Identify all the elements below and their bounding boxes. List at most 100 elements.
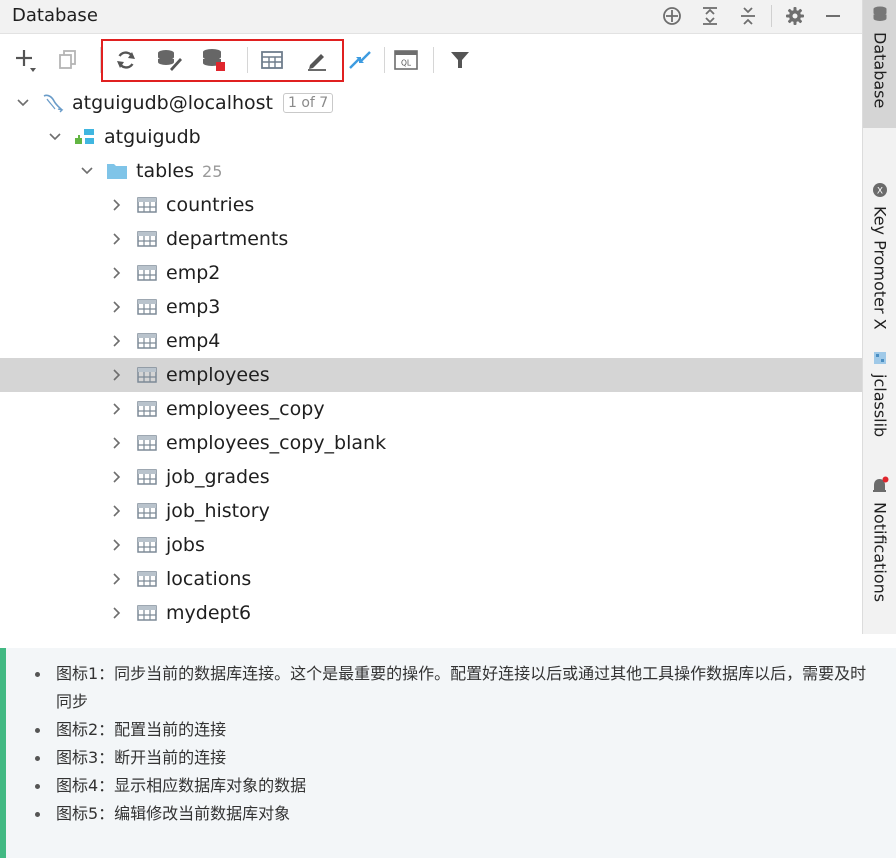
icon-explanation-note: 图标1：同步当前的数据库连接。这个是最重要的操作。配置好连接以后或通过其他工具操… xyxy=(0,648,896,858)
collapse-all-icon[interactable] xyxy=(729,3,767,29)
header-separator xyxy=(771,5,772,27)
table-row[interactable]: countries xyxy=(0,188,862,222)
table-name: countries xyxy=(166,194,255,216)
chevron-right-icon[interactable] xyxy=(108,502,126,520)
chevron-right-icon[interactable] xyxy=(108,332,126,350)
folder-icon xyxy=(106,161,128,181)
schema-icon xyxy=(74,127,96,147)
table-row[interactable]: employees_copy xyxy=(0,392,862,426)
table-row[interactable]: emp2 xyxy=(0,256,862,290)
query-console-icon[interactable]: QL xyxy=(392,46,420,74)
table-name: departments xyxy=(166,228,289,250)
add-icon[interactable] xyxy=(12,46,40,74)
connection-label: atguigudb@localhost xyxy=(72,92,273,114)
chevron-right-icon[interactable] xyxy=(108,536,126,554)
note-item: 图标1：同步当前的数据库连接。这个是最重要的操作。配置好连接以后或通过其他工具操… xyxy=(35,660,876,716)
note-item: 图标4：显示相应数据库对象的数据 xyxy=(35,772,876,800)
expand-all-icon[interactable] xyxy=(691,3,729,29)
table-name: job_grades xyxy=(166,466,270,488)
table-row[interactable]: job_grades xyxy=(0,460,862,494)
duplicate-icon[interactable] xyxy=(54,46,82,74)
chevron-down-icon[interactable] xyxy=(14,94,32,112)
disconnect-icon[interactable] xyxy=(200,46,228,74)
table-icon xyxy=(136,603,158,623)
chevron-down-icon[interactable] xyxy=(78,162,96,180)
svg-text:X: X xyxy=(877,187,883,197)
table-icon xyxy=(136,535,158,555)
strip-tab-label: Key Promoter X xyxy=(870,206,890,330)
chevron-right-icon[interactable] xyxy=(108,366,126,384)
table-icon xyxy=(136,569,158,589)
right-tool-strip: Database X Key Promoter X jclasslib Noti… xyxy=(862,0,896,634)
strip-tab-label: Notifications xyxy=(870,502,890,603)
table-row[interactable]: employees xyxy=(0,358,862,392)
strip-tab-key-promoter[interactable]: X Key Promoter X xyxy=(863,176,896,330)
jump-to-console-icon[interactable] xyxy=(346,46,374,74)
table-name: employees_copy_blank xyxy=(166,432,387,454)
tree-schema-node[interactable]: atguigudb xyxy=(0,120,862,154)
jclasslib-icon xyxy=(872,350,888,370)
panel-header-actions xyxy=(653,3,852,29)
table-name: emp3 xyxy=(166,296,221,318)
bell-icon xyxy=(871,476,889,498)
table-row[interactable]: employees_copy_blank xyxy=(0,426,862,460)
strip-tab-jclasslib[interactable]: jclasslib xyxy=(863,344,896,452)
table-icon xyxy=(136,501,158,521)
connection-schema-badge: 1 of 7 xyxy=(282,93,334,113)
table-name: employees xyxy=(166,364,270,386)
chevron-right-icon[interactable] xyxy=(108,230,126,248)
table-row[interactable]: emp3 xyxy=(0,290,862,324)
chevron-down-icon[interactable] xyxy=(46,128,64,146)
note-item: 图标3：断开当前的连接 xyxy=(35,744,876,772)
chevron-right-icon[interactable] xyxy=(108,400,126,418)
table-row[interactable]: locations xyxy=(0,562,862,596)
table-row[interactable]: jobs xyxy=(0,528,862,562)
minimize-icon[interactable] xyxy=(814,3,852,29)
table-view-icon[interactable] xyxy=(258,46,286,74)
table-row[interactable]: job_history xyxy=(0,494,862,528)
tree-connection-node[interactable]: atguigudb@localhost 1 of 7 xyxy=(0,86,862,120)
filter-icon[interactable] xyxy=(446,46,474,74)
chevron-right-icon[interactable] xyxy=(108,468,126,486)
edit-icon[interactable] xyxy=(303,46,331,74)
toolbar-separator xyxy=(384,47,385,73)
chevron-right-icon[interactable] xyxy=(108,298,126,316)
table-icon xyxy=(136,297,158,317)
chevron-right-icon[interactable] xyxy=(108,434,126,452)
tree-tables-folder[interactable]: tables 25 xyxy=(0,154,862,188)
gear-icon[interactable] xyxy=(776,3,814,29)
table-name: employees_copy xyxy=(166,398,325,420)
data-source-properties-icon[interactable] xyxy=(155,46,183,74)
table-icon xyxy=(136,365,158,385)
chevron-right-icon[interactable] xyxy=(108,264,126,282)
chevron-right-icon[interactable] xyxy=(108,196,126,214)
table-icon xyxy=(136,399,158,419)
toolbar-separator xyxy=(247,47,248,73)
key-promoter-icon: X xyxy=(872,182,888,202)
tables-count: 25 xyxy=(202,161,223,181)
table-name: emp2 xyxy=(166,262,221,284)
table-row[interactable]: emp4 xyxy=(0,324,862,358)
panel-title: Database xyxy=(12,5,98,26)
database-toolbar: QL xyxy=(0,34,862,84)
chevron-right-icon[interactable] xyxy=(108,570,126,588)
table-icon xyxy=(136,263,158,283)
refresh-icon[interactable] xyxy=(112,46,140,74)
database-panel: Database QL atguigudb@localhost 1 of 7 a… xyxy=(0,0,862,634)
strip-tab-notifications[interactable]: Notifications xyxy=(863,470,896,630)
crosshair-icon[interactable] xyxy=(653,3,691,29)
table-row[interactable]: mydept6 xyxy=(0,596,862,630)
table-name: job_history xyxy=(166,500,270,522)
strip-tab-database[interactable]: Database xyxy=(863,0,896,128)
table-icon xyxy=(136,467,158,487)
tables-folder-label: tables xyxy=(136,160,195,182)
database-tool-window: Database QL atguigudb@localhost 1 of 7 a… xyxy=(0,0,896,634)
toolbar-separator xyxy=(433,47,434,73)
table-row[interactable]: departments xyxy=(0,222,862,256)
panel-title-bar: Database xyxy=(0,0,862,34)
chevron-right-icon[interactable] xyxy=(108,604,126,622)
table-list: countries departments emp2 emp3 emp4 employee… xyxy=(0,188,862,630)
schema-label: atguigudb xyxy=(104,126,201,148)
database-tree: atguigudb@localhost 1 of 7 atguigudb tab… xyxy=(0,86,862,630)
strip-tab-label: Database xyxy=(870,32,890,109)
